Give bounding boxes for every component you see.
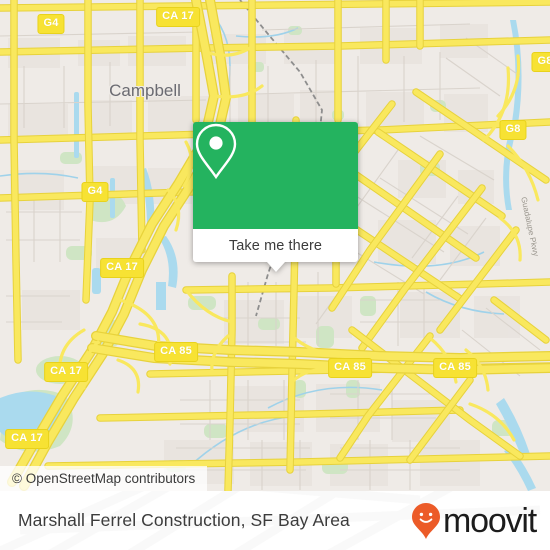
map-canvas[interactable]: .wtr{fill:#aadaee} .prk{fill:#cfe5c4} .b… xyxy=(0,0,550,491)
moovit-map-page: .wtr{fill:#aadaee} .prk{fill:#cfe5c4} .b… xyxy=(0,0,550,550)
road-shield-ca17-2[interactable]: CA 17 xyxy=(100,258,144,278)
road-shield-ca85-2[interactable]: CA 85 xyxy=(328,358,372,378)
road-shield-g4-1[interactable]: G4 xyxy=(37,14,65,34)
road-shield-ca85-3[interactable]: CA 85 xyxy=(433,358,477,378)
moovit-wordmark: moovit xyxy=(443,501,537,540)
popup-tail xyxy=(266,262,285,272)
place-title: Marshall Ferrel Construction, SF Bay Are… xyxy=(18,510,350,530)
take-me-there-label: Take me there xyxy=(228,237,323,254)
moovit-pin-icon xyxy=(412,502,441,539)
road-shield-g4-2[interactable]: G4 xyxy=(81,182,109,202)
road-shield-ca17-3[interactable]: CA 17 xyxy=(44,362,88,382)
road-shield-ca85-1[interactable]: CA 85 xyxy=(154,342,198,362)
road-shield-ca17-4[interactable]: CA 17 xyxy=(5,429,49,449)
page-footer: Marshall Ferrel Construction, SF Bay Are… xyxy=(0,491,550,550)
road-shield-g8-2[interactable]: G8 xyxy=(499,120,527,140)
road-shield-g8-1[interactable]: G8 xyxy=(531,52,550,72)
popup-action-row[interactable]: Take me there xyxy=(193,229,358,272)
moovit-logo[interactable]: moovit xyxy=(411,501,537,540)
map-popup-card[interactable]: Take me there xyxy=(193,122,358,272)
location-pin-icon xyxy=(195,123,237,180)
map-attribution[interactable]: © OpenStreetMap contributors xyxy=(0,466,208,491)
road-shield-ca17-1[interactable]: CA 17 xyxy=(156,7,200,27)
map-place-label: Campbell xyxy=(109,81,181,100)
popup-header xyxy=(193,122,358,229)
attribution-text: © OpenStreetMap contributors xyxy=(12,471,196,486)
